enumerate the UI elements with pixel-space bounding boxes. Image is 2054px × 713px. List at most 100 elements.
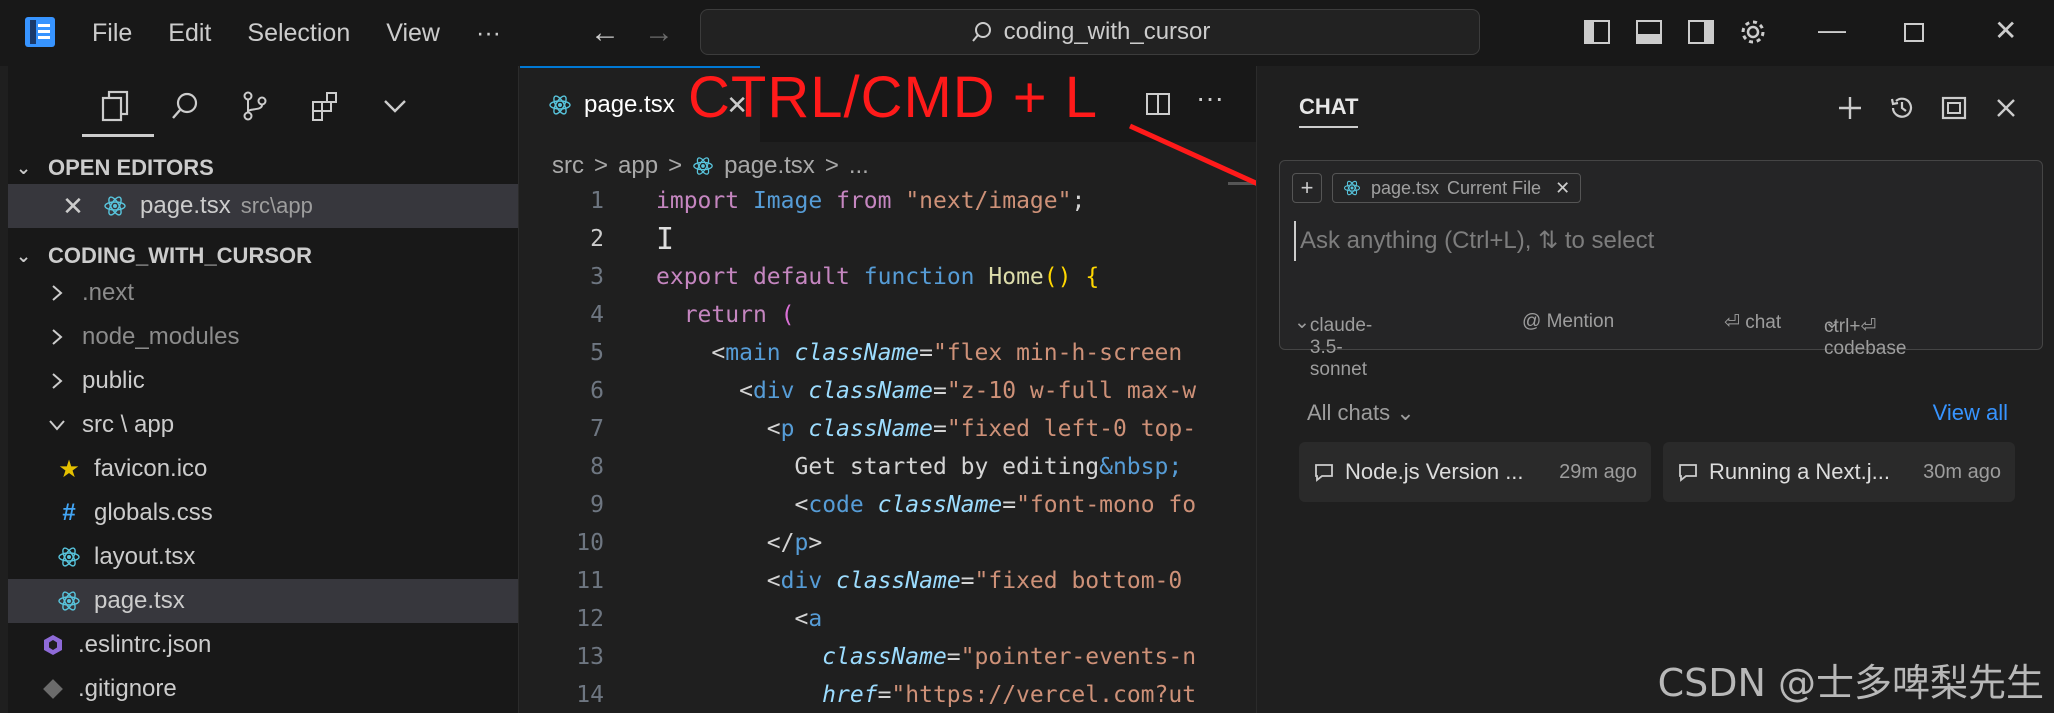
context-file-chip[interactable]: page.tsx Current File ✕ [1332,173,1582,203]
line-number: 7 [590,416,604,442]
model-selector[interactable]: ⌄ claude-3.5-sonnet [1294,311,1372,380]
all-chats-label: All chats [1307,400,1391,425]
code-line: 10 </p > [520,524,1256,562]
line-number: 4 [590,302,604,328]
recent-chat-time: 30m ago [1923,460,2001,483]
app-logo-icon [25,17,55,47]
open-editor-name: page.tsx [140,192,231,219]
code-line: 3 export default function Home() { [520,258,1256,296]
breadcrumb-sep: > [668,152,683,179]
send-chat-hint[interactable]: ⏎ chat [1724,311,1781,334]
tree-item-globals-css[interactable]: # globals.css [8,491,518,535]
menu-view[interactable]: View [386,19,440,48]
settings-gear-icon[interactable] [1738,17,1768,47]
tree-item-src-app[interactable]: src \ app [8,403,518,447]
search-view-icon[interactable] [150,78,220,134]
tree-item-label: globals.css [94,499,213,526]
maximize-icon[interactable] [1902,17,1926,47]
tree-item-label: favicon.ico [94,455,208,482]
tree-item-node-modules[interactable]: node_modules [8,315,518,359]
sidebar-edge [0,66,8,713]
close-window-icon[interactable]: ✕ [1994,14,2017,47]
command-center-search[interactable]: coding_with_cursor [700,9,1480,55]
tree-item-page[interactable]: page.tsx [8,579,518,623]
tree-item-eslintrc[interactable]: .eslintrc.json [8,623,518,667]
tree-item-gitignore[interactable]: .gitignore [8,667,518,711]
chevron-right-icon [44,280,70,306]
composer-footer: ⌄ claude-3.5-sonnet @ Mention ⏎ chat ctr… [1294,307,2034,380]
toggle-primary-sidebar-icon[interactable] [1582,17,1612,47]
maximize-panel-icon[interactable] [1928,88,1980,128]
search-text: coding_with_cursor [1003,18,1211,45]
menu-bar: File Edit Selection View ··· [92,0,537,66]
extensions-icon[interactable] [290,78,360,134]
recent-chat-title: Node.js Version ... [1345,459,1524,484]
new-chat-icon[interactable] [1824,88,1876,128]
more-views-chevron-icon[interactable] [360,78,430,134]
breadcrumb-file[interactable]: page.tsx [724,152,815,180]
open-editors-label: OPEN EDITORS [48,155,214,180]
minimize-icon[interactable]: — [1818,14,1846,46]
tree-item-layout[interactable]: layout.tsx [8,535,518,579]
react-icon [56,588,82,614]
code-line: 8 Get started by editing &nbsp; [520,448,1256,486]
breadcrumb-symbol[interactable]: ... [849,152,869,180]
toggle-secondary-sidebar-icon[interactable] [1686,17,1716,47]
chat-tab-title[interactable]: CHAT [1299,94,1359,128]
toggle-panel-icon[interactable] [1634,17,1664,47]
chat-toolbar [1824,88,2032,128]
active-view-indicator [82,134,154,137]
breadcrumb-sep: > [824,152,839,179]
recent-chat-card[interactable]: Running a Next.j... 30m ago [1663,442,2015,502]
tree-item-label: layout.tsx [94,543,196,570]
open-editor-path: src\app [240,193,313,218]
tree-item-label: .next [82,279,135,306]
tree-item-next[interactable]: .next [8,271,518,315]
chevron-down-icon: ⌄ [16,245,32,266]
close-panel-icon[interactable] [1980,88,2032,128]
chat-prompt-input[interactable] [1294,221,2024,261]
menu-file[interactable]: File [92,19,132,48]
tree-item-public[interactable]: public [8,359,518,403]
chip-file-note: Current File [1447,177,1542,198]
tree-item-favicon[interactable]: ★ favicon.ico [8,447,518,491]
remove-chip-icon[interactable]: ✕ [1555,178,1570,199]
source-control-icon[interactable] [220,78,290,134]
eslint-icon [40,632,66,658]
line-number: 8 [590,454,604,480]
code-line: 9 < code className = "font-mono fo [520,486,1256,524]
line-number: 1 [590,188,604,214]
chat-bubble-icon [1313,461,1335,483]
chevron-right-icon [44,324,70,350]
back-arrow-icon[interactable]: ← [590,16,620,50]
view-all-link[interactable]: View all [1933,400,2008,426]
search-icon [971,22,991,42]
line-number: 3 [590,264,604,290]
close-editor-icon[interactable]: ✕ [60,191,86,221]
menu-more[interactable]: ··· [476,19,501,48]
mention-button[interactable]: @ Mention [1522,311,1614,333]
line-number: 2 [590,226,604,252]
recent-chat-card[interactable]: Node.js Version ... 29m ago [1299,442,1651,502]
open-editor-item[interactable]: ✕ page.tsx src\app [8,184,518,228]
project-folder-label: CODING_WITH_CURSOR [48,243,313,268]
explorer-icon[interactable] [80,78,150,134]
menu-edit[interactable]: Edit [168,19,211,48]
react-icon [692,155,714,177]
menu-selection[interactable]: Selection [247,19,350,48]
history-icon[interactable] [1876,88,1928,128]
breadcrumb-sep: > [594,152,609,179]
breadcrumb-src[interactable]: src [552,152,584,180]
breadcrumb-app[interactable]: app [618,152,658,180]
explorer-sidebar: ⌄ OPEN EDITORS ✕ page.tsx src\app ⌄ CODI… [0,66,519,713]
add-context-button[interactable]: + [1292,173,1322,203]
sidebar-view-switcher [80,78,430,134]
forward-arrow-icon[interactable]: → [644,16,674,50]
codebase-hint[interactable]: ctrl+⏎ codebase ⌄ [1824,311,1906,359]
watermark: CSDN @士多啤梨先生 [1657,661,2044,705]
line-number: 13 [576,644,604,670]
all-chats-dropdown[interactable]: All chats ⌄ [1307,400,1415,426]
tree-item-label: src \ app [82,411,175,438]
code-editor[interactable]: 1 import Image from "next/image"; 2I 3 exp… [520,182,1256,713]
hash-icon: # [62,499,76,526]
